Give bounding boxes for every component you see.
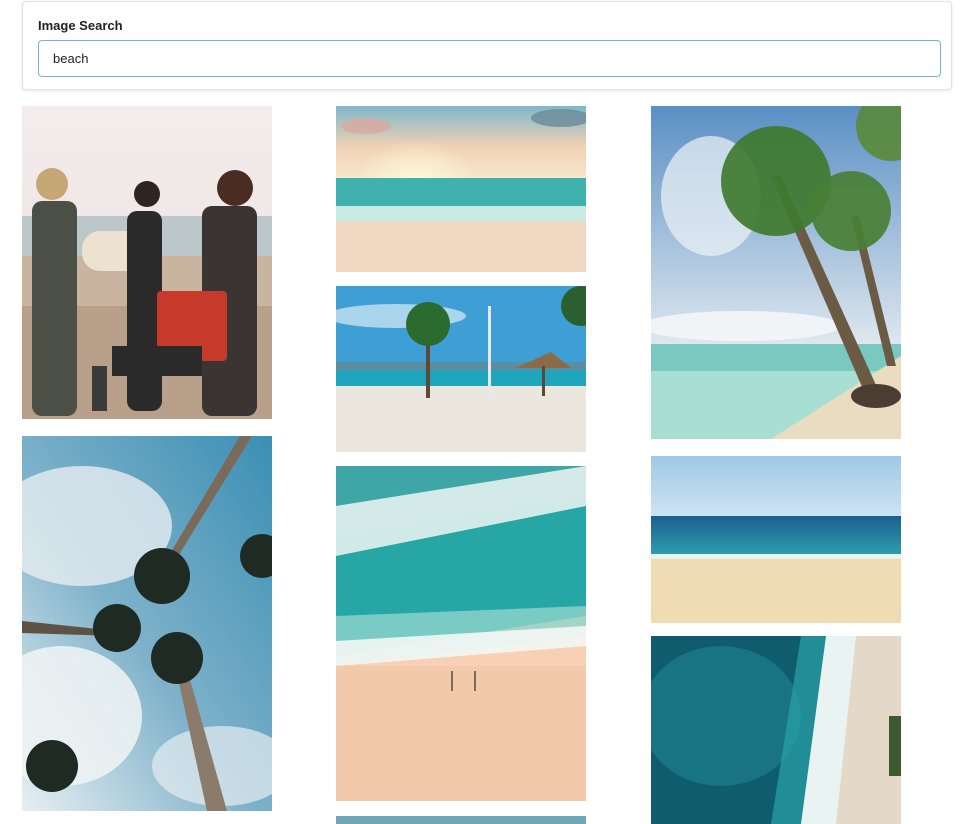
result-image-sunset-beach-waves[interactable] xyxy=(336,106,586,272)
result-image-palm-trees-from-below[interactable] xyxy=(22,436,272,811)
result-image-calm-sea-horizon[interactable] xyxy=(651,456,901,623)
result-image-aerial-coastline-surf[interactable] xyxy=(651,636,901,824)
search-card: Image Search xyxy=(22,1,952,90)
image-search-page: Image Search xyxy=(0,0,961,824)
search-input[interactable] xyxy=(38,40,941,77)
result-image-people-grilling-on-beach[interactable] xyxy=(22,106,272,419)
search-label: Image Search xyxy=(38,18,123,33)
result-image-partial-beach-photo[interactable] xyxy=(336,816,586,824)
result-image-tropical-beach-umbrella-palm[interactable] xyxy=(336,286,586,452)
result-image-palm-trees-turquoise-water[interactable] xyxy=(651,106,901,439)
result-image-aerial-waves-on-sand[interactable] xyxy=(336,466,586,801)
